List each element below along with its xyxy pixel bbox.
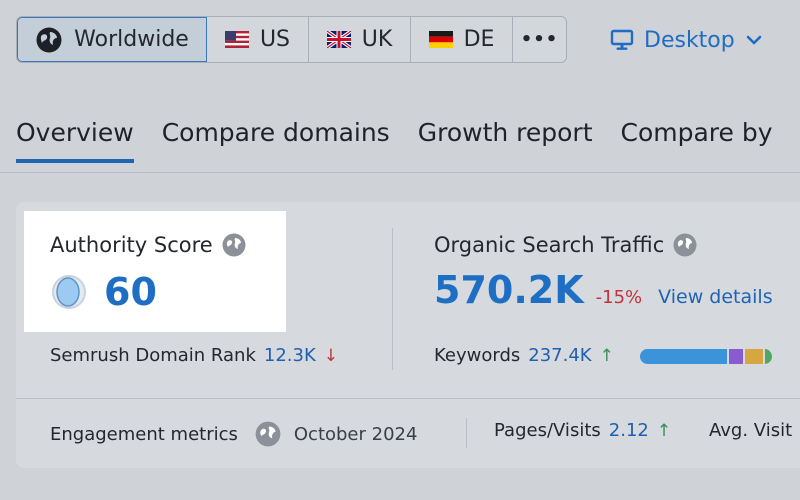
avg-visit-label: Avg. Visit — [709, 420, 793, 441]
flag-de-icon — [428, 31, 453, 48]
section-divider — [16, 398, 800, 399]
pages-visits-row: Pages/Visits 2.12 ↑ — [494, 420, 671, 441]
info-globe-icon[interactable] — [254, 420, 282, 448]
globe-icon — [35, 26, 63, 54]
organic-traffic-value-row: 570.2K -15% View details — [434, 268, 773, 312]
authority-score-heading: Authority Score — [50, 232, 247, 258]
arrow-up-icon: ↑ — [656, 420, 672, 441]
engagement-row: Engagement metrics October 2024 — [50, 420, 417, 448]
region-de-button[interactable]: DE — [411, 17, 513, 62]
tab-growth-report[interactable]: Growth report — [418, 118, 593, 163]
info-globe-icon[interactable] — [672, 232, 698, 258]
keywords-label: Keywords — [434, 345, 521, 366]
score-circle-icon — [52, 275, 86, 309]
keywords-distribution-bar[interactable] — [640, 349, 772, 364]
keywords-bar-segment — [727, 349, 743, 364]
organic-traffic-label: Organic Search Traffic — [434, 233, 665, 257]
keywords-row: Keywords 237.4K ↑ — [434, 345, 614, 366]
organic-traffic-delta: -15% — [595, 287, 643, 308]
arrow-up-icon: ↑ — [599, 345, 614, 366]
monitor-icon — [610, 29, 634, 50]
domain-rank-label: Semrush Domain Rank — [50, 345, 256, 366]
tab-overview[interactable]: Overview — [16, 118, 134, 163]
avg-visit-row: Avg. Visit — [709, 420, 792, 441]
keywords-value[interactable]: 237.4K — [528, 345, 591, 366]
flag-us-icon — [224, 31, 249, 48]
view-details-link[interactable]: View details — [658, 286, 772, 308]
engagement-label: Engagement metrics — [50, 423, 238, 445]
tab-compare-domains[interactable]: Compare domains — [162, 118, 390, 163]
tab-compare-by[interactable]: Compare by — [621, 118, 773, 163]
region-label: Worldwide — [74, 27, 189, 52]
chevron-down-icon — [746, 35, 762, 45]
more-regions-button[interactable]: ••• — [513, 17, 566, 62]
engagement-date: October 2024 — [293, 423, 418, 445]
device-label: Desktop — [644, 27, 735, 53]
info-globe-icon[interactable] — [221, 232, 247, 258]
region-label: DE — [463, 27, 495, 52]
organic-traffic-heading: Organic Search Traffic — [434, 232, 698, 258]
keywords-bar-segment — [640, 349, 728, 364]
pages-visits-label: Pages/Visits — [494, 420, 601, 441]
more-icon: ••• — [520, 29, 559, 50]
metric-divider — [392, 228, 393, 370]
engagement-divider — [466, 418, 467, 448]
region-selector: Worldwide US UK DE ••• — [16, 16, 567, 63]
region-uk-button[interactable]: UK — [309, 17, 411, 62]
keywords-bar-segment — [742, 349, 763, 364]
tab-bar: Overview Compare domains Growth report C… — [16, 118, 773, 163]
authority-score-value: 60 — [104, 270, 157, 314]
pages-visits-value[interactable]: 2.12 — [609, 420, 649, 441]
domain-rank-value[interactable]: 12.3K — [264, 345, 316, 366]
region-label: US — [259, 27, 291, 52]
authority-score-label: Authority Score — [50, 233, 213, 257]
authority-score-value-row: 60 — [50, 270, 157, 314]
organic-traffic-value: 570.2K — [434, 268, 584, 312]
arrow-down-icon: ↓ — [323, 345, 339, 366]
region-us-button[interactable]: US — [207, 17, 309, 62]
device-select[interactable]: Desktop — [610, 22, 763, 58]
region-label: UK — [361, 27, 393, 52]
domain-rank-row: Semrush Domain Rank 12.3K ↓ — [50, 345, 338, 366]
tabs-divider — [0, 172, 800, 173]
region-worldwide-button[interactable]: Worldwide — [17, 17, 207, 62]
flag-uk-icon — [326, 31, 351, 48]
